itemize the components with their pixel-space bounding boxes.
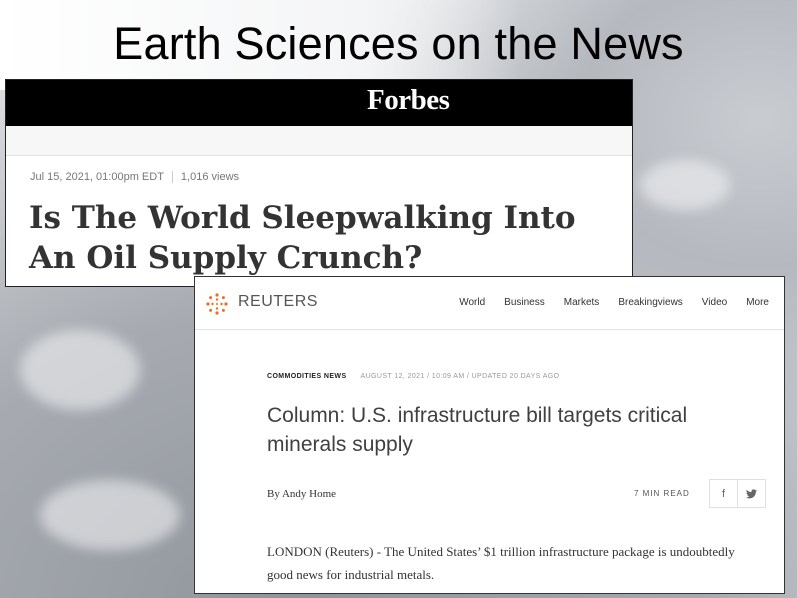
forbes-views: 1,016 views (180, 171, 240, 183)
forbes-logo[interactable]: Forbes (367, 84, 450, 117)
nav-item-markets[interactable]: Markets (564, 297, 600, 308)
reuters-article-card: REUTERS World Business Markets Breakingv… (194, 276, 785, 594)
reuters-nav-bar: REUTERS World Business Markets Breakingv… (195, 277, 784, 330)
nav-item-more[interactable]: More (746, 297, 769, 308)
nav-item-world[interactable]: World (459, 297, 485, 308)
forbes-sub-bar (6, 126, 632, 156)
read-time: 7 MIN READ (634, 489, 690, 498)
dateline: AUGUST 12, 2021 / 10:09 AM / UPDATED 20 … (360, 373, 560, 380)
cloud-texture (40, 480, 180, 550)
share-buttons: f (709, 479, 766, 508)
divider (171, 171, 173, 183)
byline[interactable]: By Andy Home (267, 488, 336, 500)
forbes-headline[interactable]: Is The World Sleepwalking Into An Oil Su… (29, 198, 589, 278)
nav-item-breakingviews[interactable]: Breakingviews (618, 297, 682, 308)
forbes-article-card: Forbes Jul 15, 2021, 01:00pm EDT 1,016 v… (5, 79, 633, 287)
reuters-article-meta: COMMODITIES NEWS AUGUST 12, 2021 / 10:09… (267, 373, 559, 380)
cloud-texture (20, 330, 140, 410)
nav-item-business[interactable]: Business (504, 297, 545, 308)
twitter-icon (746, 488, 757, 498)
twitter-share-button[interactable] (737, 479, 766, 508)
reuters-brand[interactable]: REUTERS (238, 293, 318, 311)
facebook-share-button[interactable]: f (709, 479, 737, 508)
nav-item-video[interactable]: Video (702, 297, 727, 308)
facebook-icon: f (721, 487, 726, 500)
category-link[interactable]: COMMODITIES NEWS (267, 373, 347, 380)
slide-title: Earth Sciences on the News (113, 18, 684, 69)
reuters-nav-menu: World Business Markets Breakingviews Vid… (459, 297, 769, 308)
reuters-logo-icon[interactable] (205, 292, 229, 316)
article-body: LONDON (Reuters) - The United States’ $1… (267, 544, 735, 582)
forbes-date: Jul 15, 2021, 01:00pm EDT (30, 171, 164, 183)
cloud-texture (640, 160, 730, 210)
forbes-article-meta: Jul 15, 2021, 01:00pm EDT 1,016 views (30, 171, 239, 183)
reuters-headline: Column: U.S. infrastructure bill targets… (267, 404, 688, 456)
forbes-header-bar: Forbes (6, 80, 632, 126)
